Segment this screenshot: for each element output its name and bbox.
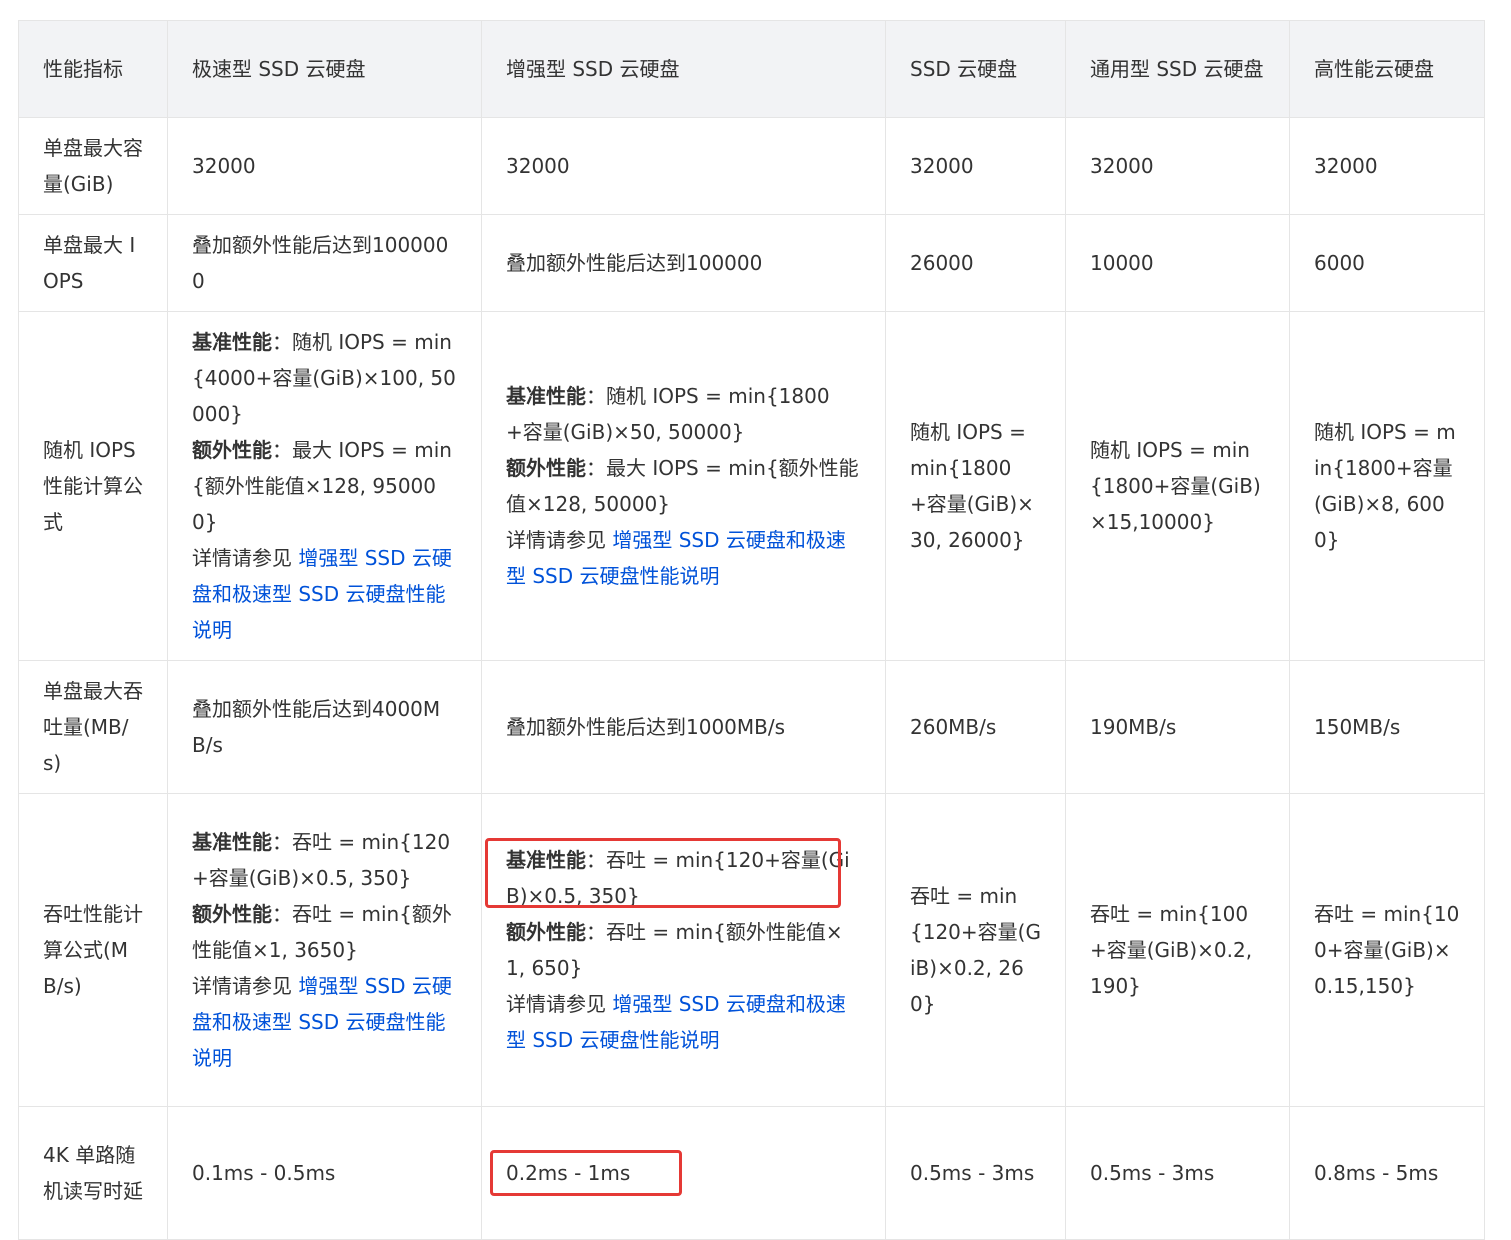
header-cell-general-ssd: 通用型 SSD 云硬盘 bbox=[1065, 20, 1290, 118]
table-cell: 150MB/s bbox=[1289, 660, 1485, 794]
table-cell: 0.2ms - 1ms bbox=[481, 1106, 886, 1240]
extra-performance-label: 额外性能 bbox=[506, 920, 586, 944]
table-cell: 190MB/s bbox=[1065, 660, 1290, 794]
table-cell-formula: 基准性能：随机 IOPS = min{1800+容量(GiB)×50, 5000… bbox=[481, 311, 886, 661]
table-cell: 260MB/s bbox=[885, 660, 1066, 794]
table-cell: 0.1ms - 0.5ms bbox=[167, 1106, 482, 1240]
table-cell: 随机 IOPS = min{1800+容量(GiB)×15,10000} bbox=[1065, 311, 1290, 661]
table-cell: 叠加额外性能后达到100000 bbox=[481, 214, 886, 312]
table-row-iops-formula: 随机 IOPS 性能计算公式 基准性能：随机 IOPS = min{4000+容… bbox=[18, 311, 1485, 661]
performance-table: 性能指标 极速型 SSD 云硬盘 增强型 SSD 云硬盘 SSD 云硬盘 通用型… bbox=[18, 20, 1485, 1240]
row-label: 单盘最大吞吐量(MB/s) bbox=[18, 660, 168, 794]
table-cell: 随机 IOPS = min{1800+容量(GiB)×8, 6000} bbox=[1289, 311, 1485, 661]
table-cell: 32000 bbox=[167, 117, 482, 215]
table-cell: 32000 bbox=[1289, 117, 1485, 215]
table-cell: 10000 bbox=[1065, 214, 1290, 312]
extra-performance-label: 额外性能 bbox=[506, 456, 586, 480]
row-label: 单盘最大 IOPS bbox=[18, 214, 168, 312]
table-cell: 0.5ms - 3ms bbox=[885, 1106, 1066, 1240]
table-cell: 0.8ms - 5ms bbox=[1289, 1106, 1485, 1240]
row-label: 吞吐性能计算公式(MB/s) bbox=[18, 793, 168, 1107]
table-cell: 随机 IOPS = min{1800+容量(GiB)×30, 26000} bbox=[885, 311, 1066, 661]
header-cell-extreme-ssd: 极速型 SSD 云硬盘 bbox=[167, 20, 482, 118]
table-cell: 6000 bbox=[1289, 214, 1485, 312]
header-cell-metric: 性能指标 bbox=[18, 20, 168, 118]
table-row-throughput: 单盘最大吞吐量(MB/s) 叠加额外性能后达到4000MB/s 叠加额外性能后达… bbox=[18, 660, 1485, 794]
table-row-latency: 4K 单路随机读写时延 0.1ms - 0.5ms 0.2ms - 1ms 0.… bbox=[18, 1106, 1485, 1240]
header-cell-premium: 高性能云硬盘 bbox=[1289, 20, 1485, 118]
table-row-iops: 单盘最大 IOPS 叠加额外性能后达到1000000 叠加额外性能后达到1000… bbox=[18, 214, 1485, 312]
header-cell-enhanced-ssd: 增强型 SSD 云硬盘 bbox=[481, 20, 886, 118]
header-cell-ssd: SSD 云硬盘 bbox=[885, 20, 1066, 118]
detail-prefix: 详情请参见 bbox=[192, 974, 299, 998]
table-cell-formula: 基准性能：随机 IOPS = min{4000+容量(GiB)×100, 500… bbox=[167, 311, 482, 661]
base-performance-label: 基准性能 bbox=[192, 830, 272, 854]
detail-prefix: 详情请参见 bbox=[192, 546, 299, 570]
base-performance-label: 基准性能 bbox=[506, 848, 586, 872]
table-cell: 吞吐 = min{100+容量(GiB)×0.2, 190} bbox=[1065, 793, 1290, 1107]
table-cell: 叠加额外性能后达到1000000 bbox=[167, 214, 482, 312]
table-cell: 32000 bbox=[1065, 117, 1290, 215]
detail-prefix: 详情请参见 bbox=[506, 992, 613, 1016]
table-header-row: 性能指标 极速型 SSD 云硬盘 增强型 SSD 云硬盘 SSD 云硬盘 通用型… bbox=[18, 20, 1485, 118]
table-row-throughput-formula: 吞吐性能计算公式(MB/s) 基准性能：吞吐 = min{120+容量(GiB)… bbox=[18, 793, 1485, 1107]
table-cell: 32000 bbox=[481, 117, 886, 215]
table-cell: 0.5ms - 3ms bbox=[1065, 1106, 1290, 1240]
row-label: 单盘最大容量(GiB) bbox=[18, 117, 168, 215]
table-cell: 吞吐 = min{120+容量(GiB)×0.2, 260} bbox=[885, 793, 1066, 1107]
base-performance-label: 基准性能 bbox=[506, 384, 586, 408]
row-label: 随机 IOPS 性能计算公式 bbox=[18, 311, 168, 661]
base-performance-label: 基准性能 bbox=[192, 330, 272, 354]
table-cell: 叠加额外性能后达到4000MB/s bbox=[167, 660, 482, 794]
row-label: 4K 单路随机读写时延 bbox=[18, 1106, 168, 1240]
table-cell: 26000 bbox=[885, 214, 1066, 312]
table-cell: 32000 bbox=[885, 117, 1066, 215]
table-cell: 吞吐 = min{100+容量(GiB)×0.15,150} bbox=[1289, 793, 1485, 1107]
table-cell: 叠加额外性能后达到1000MB/s bbox=[481, 660, 886, 794]
table-row-capacity: 单盘最大容量(GiB) 32000 32000 32000 32000 3200… bbox=[18, 117, 1485, 215]
extra-performance-label: 额外性能 bbox=[192, 438, 272, 462]
table-cell-formula: 基准性能：吞吐 = min{120+容量(GiB)×0.5, 350} 额外性能… bbox=[167, 793, 482, 1107]
extra-performance-label: 额外性能 bbox=[192, 902, 272, 926]
detail-prefix: 详情请参见 bbox=[506, 528, 613, 552]
table-cell-formula: 基准性能：吞吐 = min{120+容量(GiB)×0.5, 350} 额外性能… bbox=[481, 793, 886, 1107]
